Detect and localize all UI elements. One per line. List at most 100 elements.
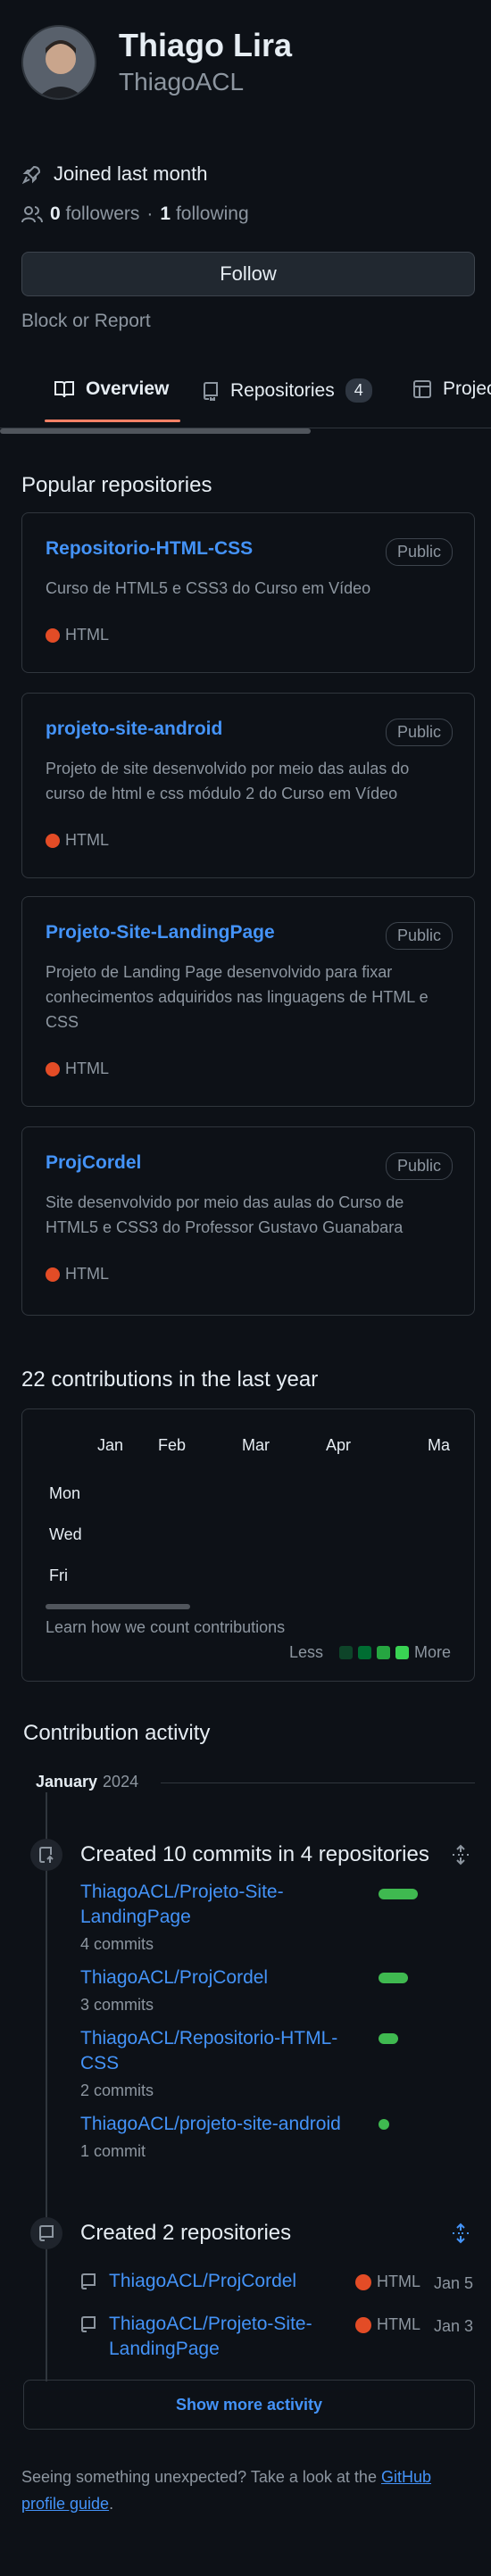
people-icon [21,204,43,224]
commit-item: ThiagoACL/Repositorio-HTML-CSS 2 commits [80,2026,366,2100]
table-icon [412,379,432,399]
tab-overview[interactable]: Overview [54,378,169,400]
legend-level-3 [376,1646,390,1659]
created-repo-language: HTML [355,2273,420,2291]
legend-less: Less [288,1643,323,1661]
month-label: Jan [97,1436,124,1454]
footer-end: . [109,2495,114,2513]
repo-language: HTML [46,626,109,644]
activity-title: Contribution activity [23,1721,211,1745]
tab-projects[interactable]: Projects [412,378,491,400]
repo-icon [80,2315,96,2333]
contributions-title: 22 contributions in the last year [21,1367,319,1392]
unfold-icon[interactable] [450,2223,471,2244]
commit-repo-link[interactable]: ThiagoACL/Repositorio-HTML-CSS [80,2026,366,2076]
legend-level-2 [357,1646,371,1659]
language-label: HTML [377,2315,420,2333]
commit-item: ThiagoACL/ProjCordel 3 commits [80,1965,348,2015]
month-label: Apr [326,1436,352,1454]
rocket-icon [21,163,43,185]
created-date: Jan 5 [434,2274,474,2292]
graph-scrollbar[interactable] [46,1604,190,1609]
repo-description: Projeto de site desenvolvido por meio da… [46,760,410,802]
day-label: Fri [49,1566,68,1584]
commit-repo-link[interactable]: ThiagoACL/projeto-site-android [80,2112,384,2137]
tab-repositories[interactable]: Repositories 4 [202,378,372,403]
followers-count: 0 [50,204,61,224]
footer-text: Seeing something unexpected? Take a look… [21,2468,377,2486]
following-label: following [175,204,249,224]
commit-count: 1 commit [80,2142,146,2160]
language-label: HTML [65,626,109,644]
tabs-scrollbar[interactable] [0,428,311,434]
legend-more: More [413,1643,451,1661]
repo-name-link[interactable]: Projeto-Site-LandingPage [46,922,275,943]
repo-name-link[interactable]: ProjCordel [46,1152,141,1174]
language-color-dot [355,2273,371,2290]
created-repo-item: ThiagoACL/ProjCordel [80,2269,341,2294]
follow-button[interactable]: Follow [21,252,475,296]
profile-tabs: Overview Repositories 4 Projects [0,366,491,428]
language-label: HTML [65,1059,109,1077]
profile-login: ThiagoACL [119,68,245,96]
created-repo-link[interactable]: ThiagoACL/Projeto-Site-LandingPage [109,2312,341,2362]
created-repo-item: ThiagoACL/Projeto-Site-LandingPage [80,2312,341,2362]
activity-timeline [46,1792,47,2381]
profile-name: Thiago Lira [119,27,293,63]
book-icon [54,379,75,399]
created-repo-link[interactable]: ThiagoACL/ProjCordel [109,2269,341,2294]
commit-bar [379,1973,408,1983]
repo-language: HTML [46,831,109,850]
commit-bar [379,1889,418,1899]
popular-repos-title: Popular repositories [21,473,212,497]
unfold-icon[interactable] [450,1844,471,1866]
month-label: Ma [428,1436,451,1454]
language-color-dot [46,833,60,848]
joined-text: Joined last month [54,162,208,185]
tab-repositories-label: Repositories [230,379,335,401]
created-repo-language: HTML [355,2315,420,2334]
legend-level-1 [338,1646,353,1659]
repo-icon [38,2224,54,2242]
created-repos-summary[interactable]: Created 2 repositories [80,2221,291,2246]
follow-stats: 0 followers · 1 following [21,204,249,225]
commit-repo-link[interactable]: ThiagoACL/ProjCordel [80,1965,348,1990]
commit-count: 4 commits [80,1935,154,1953]
learn-contributions-link[interactable]: Learn how we count contributions [46,1618,285,1637]
followers-label: followers [65,204,140,224]
repo-name-link[interactable]: projeto-site-android [46,719,222,740]
block-report-link[interactable]: Block or Report [21,311,151,332]
show-more-activity-button[interactable]: Show more activity [23,2380,475,2430]
repo-card: ProjCordel Public Site desenvolvido por … [21,1126,475,1316]
repo-language: HTML [46,1265,109,1284]
followers-link[interactable]: 0 followers [50,204,139,225]
commit-item: ThiagoACL/Projeto-Site-LandingPage 4 com… [80,1880,348,1954]
repo-push-icon [37,1846,55,1864]
commit-item: ThiagoACL/projeto-site-android 1 commit [80,2112,384,2161]
language-label: HTML [65,1265,109,1283]
repositories-count: 4 [345,378,372,403]
day-label: Mon [49,1484,81,1502]
separator: · [146,204,154,224]
visibility-badge: Public [385,719,453,746]
language-label: HTML [377,2273,420,2290]
selected-tab-indicator [45,420,180,422]
legend-level-4 [395,1646,409,1659]
language-color-dot [46,1267,60,1282]
repo-card: Repositorio-HTML-CSS Public Curso de HTM… [21,512,475,673]
repo-name-link[interactable]: Repositorio-HTML-CSS [46,538,253,560]
commit-repo-link[interactable]: ThiagoACL/Projeto-Site-LandingPage [80,1880,348,1930]
commit-count: 3 commits [80,1996,154,2014]
visibility-badge: Public [385,1152,453,1180]
repo-description: Curso de HTML5 e CSS3 do Curso em Vídeo [46,579,371,597]
repo-icon [80,2273,96,2290]
month-divider [161,1782,475,1783]
language-color-dot [355,2316,371,2333]
commit-bar [379,2033,398,2044]
visibility-badge: Public [385,538,453,566]
avatar[interactable] [21,25,96,100]
month-label: Feb [158,1436,187,1454]
following-link[interactable]: 1 following [160,204,248,225]
commit-node [30,1839,62,1871]
footer-note: Seeing something unexpected? Take a look… [21,2464,468,2517]
